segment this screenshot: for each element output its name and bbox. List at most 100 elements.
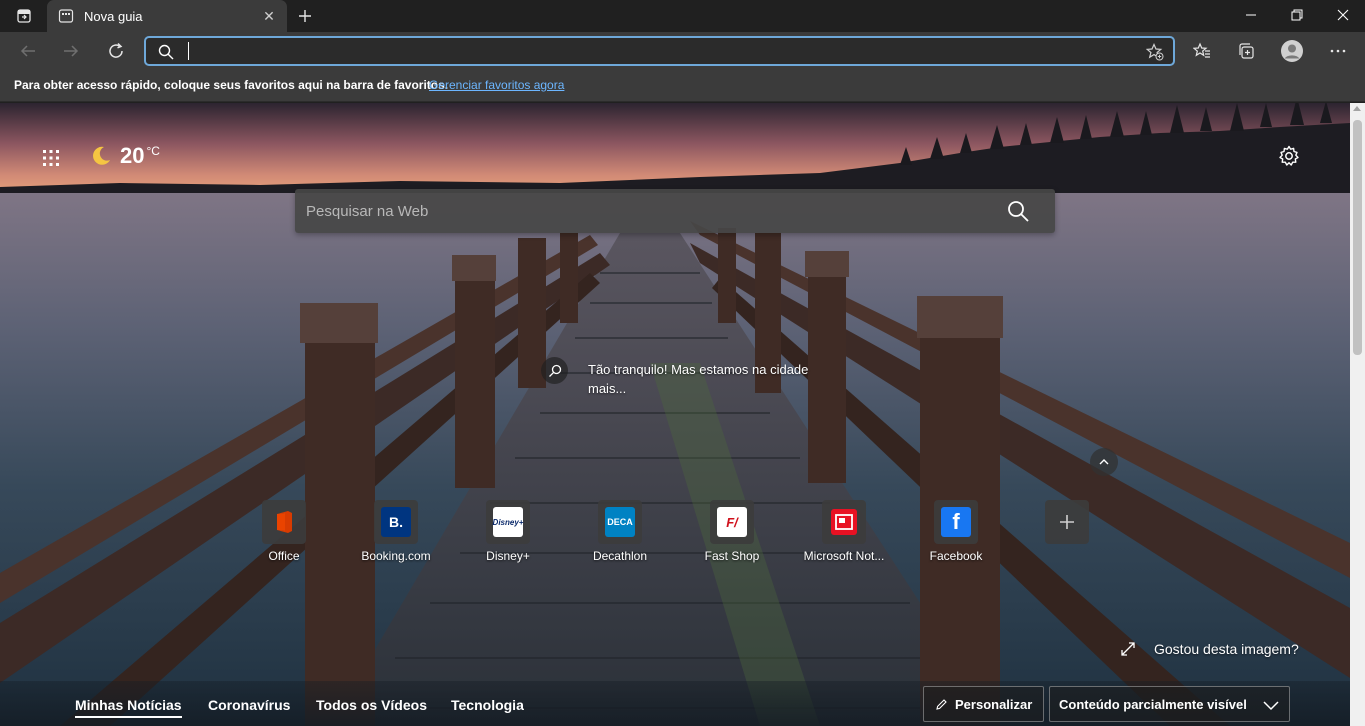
image-caption[interactable]: Tão tranquilo! Mas estamos na cidade mai… (541, 355, 841, 398)
favorites-bar: Para obter acesso rápido, coloque seus f… (0, 70, 1365, 102)
add-site-button[interactable] (1045, 500, 1089, 544)
tab-new-tab[interactable]: Nova guia ✕ (47, 0, 287, 32)
quick-link-tile[interactable]: DECA Decathlon (570, 500, 670, 570)
caption-search-button[interactable] (541, 357, 568, 384)
tab-actions-button[interactable] (6, 4, 42, 28)
text-caret (188, 42, 189, 60)
plus-icon (299, 10, 311, 22)
image-feedback-text[interactable]: Gostou desta imagem? (1154, 641, 1299, 657)
collections-button[interactable] (1230, 36, 1262, 66)
weather-temperature: 20 (120, 143, 145, 168)
quick-link-label: Microsoft Not... (803, 549, 885, 563)
scroll-thumb[interactable] (1353, 120, 1362, 355)
title-bar: Nova guia ✕ (0, 0, 1365, 32)
restore-icon (1291, 9, 1303, 21)
settings-and-more-button[interactable] (1322, 36, 1354, 66)
address-input[interactable] (186, 40, 1126, 62)
page-settings-button[interactable] (1276, 143, 1302, 169)
minimize-button[interactable] (1228, 0, 1274, 30)
web-search-box[interactable] (295, 189, 1055, 233)
quick-link-label: Disney+ (486, 549, 530, 563)
add-quick-link-tile[interactable] (1017, 500, 1117, 570)
chevron-up-icon (1099, 459, 1109, 465)
tab-close-button[interactable]: ✕ (259, 6, 279, 26)
navigation-toolbar (0, 32, 1365, 70)
quick-link-tile[interactable]: Disney+ Disney+ (458, 500, 558, 570)
booking-glyph: B. (381, 507, 411, 537)
personalize-button[interactable]: Personalizar (923, 686, 1044, 722)
expand-icon (1121, 642, 1135, 656)
quick-link-label: Booking.com (361, 549, 431, 563)
facebook-glyph: f (941, 507, 971, 537)
close-icon (1337, 9, 1349, 21)
plus-icon (1060, 515, 1074, 529)
personalize-label: Personalizar (955, 697, 1033, 712)
chevron-down-icon (1263, 701, 1279, 711)
content-visibility-dropdown[interactable]: Conteúdo parcialmente visível (1049, 686, 1290, 722)
quick-link-tile[interactable]: F/ Fast Shop (682, 500, 782, 570)
collapse-quick-links-button[interactable] (1090, 448, 1118, 476)
image-feedback[interactable]: Gostou desta imagem? (1120, 639, 1299, 659)
manage-favorites-link[interactable]: Gerenciar favoritos agora (429, 78, 564, 92)
office-icon (262, 500, 306, 544)
news-logo (831, 509, 857, 535)
news-tab-my-news[interactable]: Minhas Notícias (75, 697, 182, 718)
quick-link-label: Office (268, 549, 300, 563)
new-tab-button[interactable] (292, 4, 318, 28)
page-scrollbar[interactable] (1350, 103, 1365, 726)
scroll-up-arrow[interactable] (1353, 106, 1361, 111)
news-bar: Minhas Notícias Coronavírus Todos os Víd… (0, 681, 1350, 726)
quick-link-tile[interactable]: Office (234, 500, 334, 570)
news-tab-coronavirus[interactable]: Coronavírus (208, 697, 290, 713)
quick-link-tile[interactable]: Microsoft Not... (794, 500, 894, 570)
decathlon-icon: DECA (598, 500, 642, 544)
search-icon[interactable] (1006, 199, 1030, 223)
tab-title: Nova guia (84, 9, 143, 24)
apps-launcher-button[interactable] (38, 145, 64, 171)
web-search-input[interactable] (306, 199, 986, 223)
new-tab-page: 20 °C Tão tranquilo! Mas estamos na cida… (0, 103, 1350, 726)
search-icon (158, 44, 174, 60)
magnifier-icon (548, 364, 561, 377)
decathlon-glyph: DECA (605, 507, 635, 537)
image-caption-text[interactable]: Tão tranquilo! Mas estamos na cidade mai… (588, 360, 838, 398)
facebook-icon: f (934, 500, 978, 544)
favorites-icon (1193, 42, 1210, 58)
address-bar[interactable] (144, 36, 1175, 66)
app-grid-icon (43, 150, 59, 166)
minimize-icon (1246, 14, 1256, 16)
restore-button[interactable] (1274, 0, 1320, 30)
favorites-bar-message: Para obter acesso rápido, coloque seus f… (14, 78, 449, 92)
news-tab-videos[interactable]: Todos os Vídeos (316, 697, 427, 713)
refresh-button[interactable] (100, 36, 132, 66)
profile-button[interactable] (1276, 36, 1308, 66)
arrow-right-icon (64, 45, 79, 57)
gear-icon (1279, 145, 1299, 166)
content-visibility-label: Conteúdo parcialmente visível (1059, 697, 1247, 712)
weather-widget[interactable]: 20 °C (90, 143, 160, 169)
favorites-button[interactable] (1186, 36, 1218, 66)
quick-link-tile[interactable]: B. Booking.com (346, 500, 446, 570)
back-button[interactable] (12, 36, 44, 66)
more-icon (1330, 49, 1346, 53)
add-favorite-button[interactable] (1145, 42, 1165, 62)
disney-plus-glyph: Disney+ (493, 507, 523, 537)
avatar-icon (1281, 40, 1303, 62)
pencil-icon (936, 699, 947, 710)
fast-shop-icon: F/ (710, 500, 754, 544)
microsoft-news-icon (822, 500, 866, 544)
quick-link-label: Decathlon (592, 549, 648, 563)
forward-button[interactable] (55, 36, 87, 66)
quick-link-label: Facebook (929, 549, 983, 563)
office-logo (277, 511, 292, 533)
moon-icon (93, 146, 110, 165)
collections-icon (1239, 43, 1254, 59)
quick-link-label: Fast Shop (704, 549, 760, 563)
quick-link-tile[interactable]: f Facebook (906, 500, 1006, 570)
arrow-left-icon (20, 45, 35, 57)
new-tab-page-icon (58, 9, 74, 23)
quick-links: Office B. Booking.com Disney+ Disney+ DE… (0, 500, 1350, 570)
close-window-button[interactable] (1320, 0, 1365, 30)
disney-plus-icon: Disney+ (486, 500, 530, 544)
news-tab-technology[interactable]: Tecnologia (451, 697, 524, 713)
